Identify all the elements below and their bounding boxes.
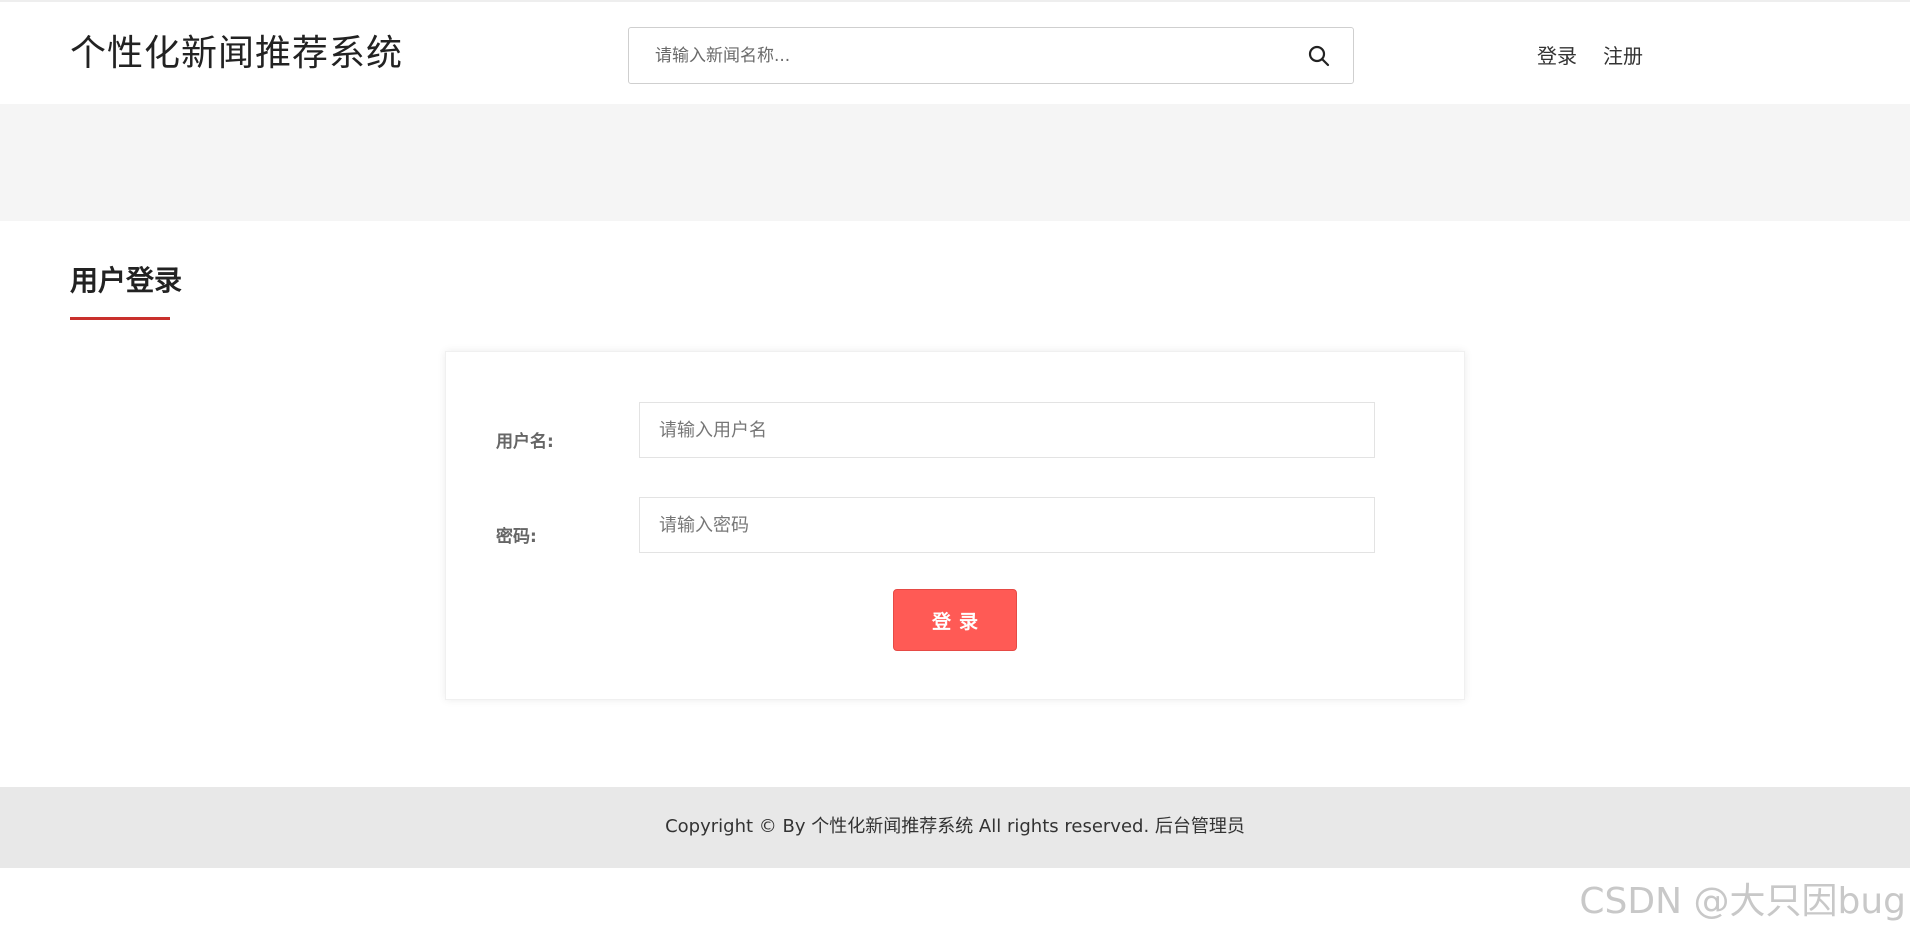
username-label: 用户名: [496, 432, 554, 452]
watermark: CSDN @大只因bug [1579, 881, 1906, 922]
footer-text: Copyright © By 个性化新闻推荐系统 All rights rese… [0, 814, 1910, 840]
footer: Copyright © By 个性化新闻推荐系统 All rights rese… [0, 787, 1910, 868]
login-card: 用户名: 密码: 登录 [445, 351, 1465, 700]
top-nav: 登录 注册 [1537, 42, 1669, 70]
search-input[interactable] [630, 29, 1290, 82]
admin-link[interactable]: 后台管理员 [1155, 816, 1245, 837]
title-underline [70, 317, 170, 320]
site-title[interactable]: 个性化新闻推荐系统 [70, 32, 403, 76]
username-input[interactable] [639, 402, 1375, 458]
page-title: 用户登录 [70, 264, 183, 297]
top-header: 个性化新闻推荐系统 登录 注册 [0, 0, 1910, 104]
password-label: 密码: [496, 527, 537, 547]
nav-login-link[interactable]: 登录 [1537, 44, 1577, 68]
search-box [628, 27, 1354, 84]
login-button[interactable]: 登录 [893, 589, 1017, 651]
nav-register-link[interactable]: 注册 [1603, 44, 1643, 68]
password-input[interactable] [639, 497, 1375, 553]
copyright-text: Copyright © By 个性化新闻推荐系统 All rights rese… [665, 816, 1150, 837]
banner-strip [0, 104, 1910, 221]
search-icon[interactable] [1307, 44, 1331, 68]
